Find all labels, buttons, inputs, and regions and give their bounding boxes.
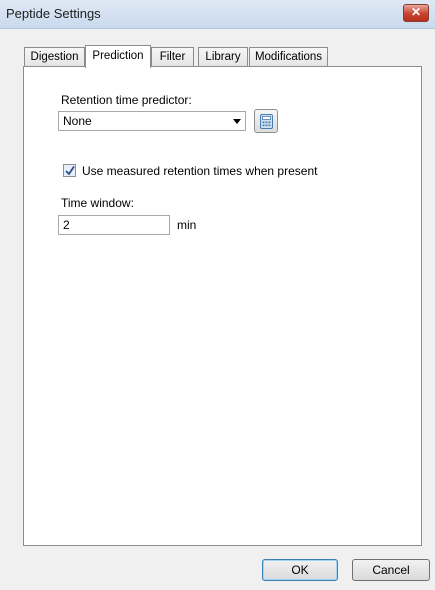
title-bar[interactable]: Peptide Settings ✕	[0, 0, 435, 29]
retention-predictor-label: Retention time predictor:	[61, 93, 192, 107]
time-window-value: 2	[63, 218, 70, 232]
close-button[interactable]: ✕	[403, 4, 429, 22]
retention-predictor-dropdown[interactable]: None	[58, 111, 246, 131]
chevron-down-icon	[233, 119, 241, 124]
tab-prediction[interactable]: Prediction	[85, 45, 151, 68]
use-measured-checkbox[interactable]	[63, 164, 76, 177]
time-window-input[interactable]: 2	[58, 215, 170, 235]
time-window-unit: min	[177, 218, 197, 232]
calculator-button[interactable]	[254, 109, 278, 133]
ok-button[interactable]: OK	[262, 559, 338, 581]
retention-predictor-value: None	[63, 114, 92, 128]
tab-library[interactable]: Library	[198, 47, 248, 67]
tab-modifications[interactable]: Modifications	[249, 47, 328, 67]
tab-filter[interactable]: Filter	[151, 47, 194, 67]
window-title: Peptide Settings	[6, 6, 101, 21]
tab-digestion[interactable]: Digestion	[24, 47, 85, 67]
peptide-settings-dialog: Peptide Settings ✕ Digestion Prediction …	[0, 0, 435, 590]
calculator-icon	[260, 114, 273, 129]
tab-library-label: Library	[205, 51, 241, 63]
close-icon: ✕	[410, 5, 422, 19]
cancel-button[interactable]: Cancel	[352, 559, 430, 581]
tab-prediction-label: Prediction	[92, 50, 144, 62]
tab-digestion-label: Digestion	[30, 51, 79, 63]
use-measured-label[interactable]: Use measured retention times when presen…	[82, 164, 317, 178]
time-window-label: Time window:	[61, 196, 134, 210]
prediction-tab-panel	[23, 66, 422, 546]
tab-filter-label: Filter	[159, 51, 186, 63]
tab-modifications-label: Modifications	[254, 51, 323, 63]
checkmark-icon	[65, 166, 75, 176]
